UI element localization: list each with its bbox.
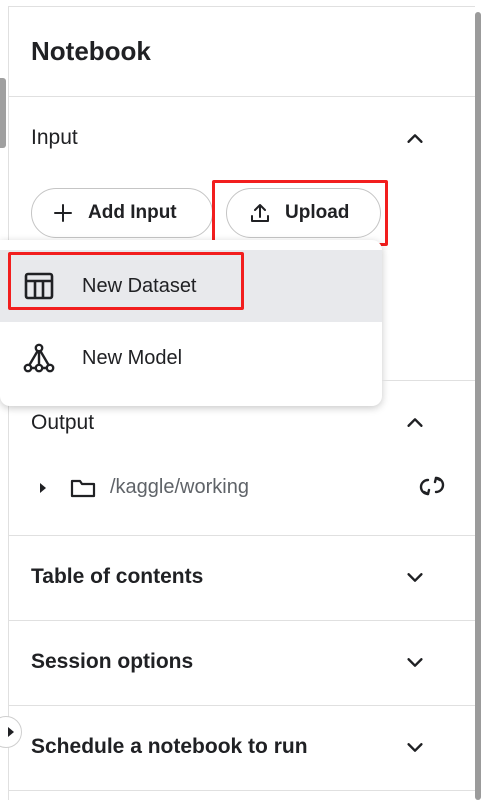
caret-right-icon	[8, 727, 14, 737]
chevron-up-icon[interactable]	[404, 412, 426, 434]
panel-title: Notebook	[31, 36, 151, 66]
chevron-down-icon[interactable]	[404, 736, 426, 758]
divider	[382, 380, 475, 381]
section-title-table-of-contents[interactable]: Table of contents	[31, 565, 203, 589]
chevron-down-icon[interactable]	[404, 651, 426, 673]
model-icon	[23, 343, 55, 373]
table-icon	[24, 272, 54, 300]
plus-icon	[52, 202, 74, 224]
section-title-schedule[interactable]: Schedule a notebook to run	[31, 735, 308, 759]
upload-button[interactable]: Upload	[226, 188, 381, 238]
divider	[8, 620, 475, 621]
add-input-label: Add Input	[88, 202, 177, 223]
left-scrollbar[interactable]	[0, 78, 6, 148]
divider	[8, 96, 475, 97]
chevron-up-icon[interactable]	[404, 128, 426, 150]
menu-item-new-dataset[interactable]: New Dataset	[0, 250, 382, 322]
upload-dropdown-menu: New Dataset New Model	[0, 240, 382, 406]
divider	[8, 705, 475, 706]
output-section-title[interactable]: Output	[31, 411, 94, 435]
right-scrollbar[interactable]	[475, 12, 481, 800]
caret-right-icon[interactable]	[38, 481, 48, 495]
divider	[8, 790, 475, 791]
menu-item-label: New Model	[82, 346, 183, 369]
folder-icon	[70, 479, 96, 498]
menu-item-label: New Dataset	[82, 274, 197, 297]
folder-path: /kaggle/working	[110, 476, 249, 498]
divider	[8, 535, 475, 536]
input-section-title[interactable]: Input	[31, 126, 78, 150]
menu-item-new-model[interactable]: New Model	[0, 322, 382, 394]
refresh-icon[interactable]	[418, 472, 446, 500]
chevron-down-icon[interactable]	[404, 566, 426, 588]
upload-icon	[249, 202, 271, 224]
output-folder-row[interactable]: /kaggle/working	[38, 472, 448, 506]
upload-label: Upload	[285, 202, 350, 223]
section-title-session-options[interactable]: Session options	[31, 650, 193, 674]
add-input-button[interactable]: Add Input	[31, 188, 213, 238]
